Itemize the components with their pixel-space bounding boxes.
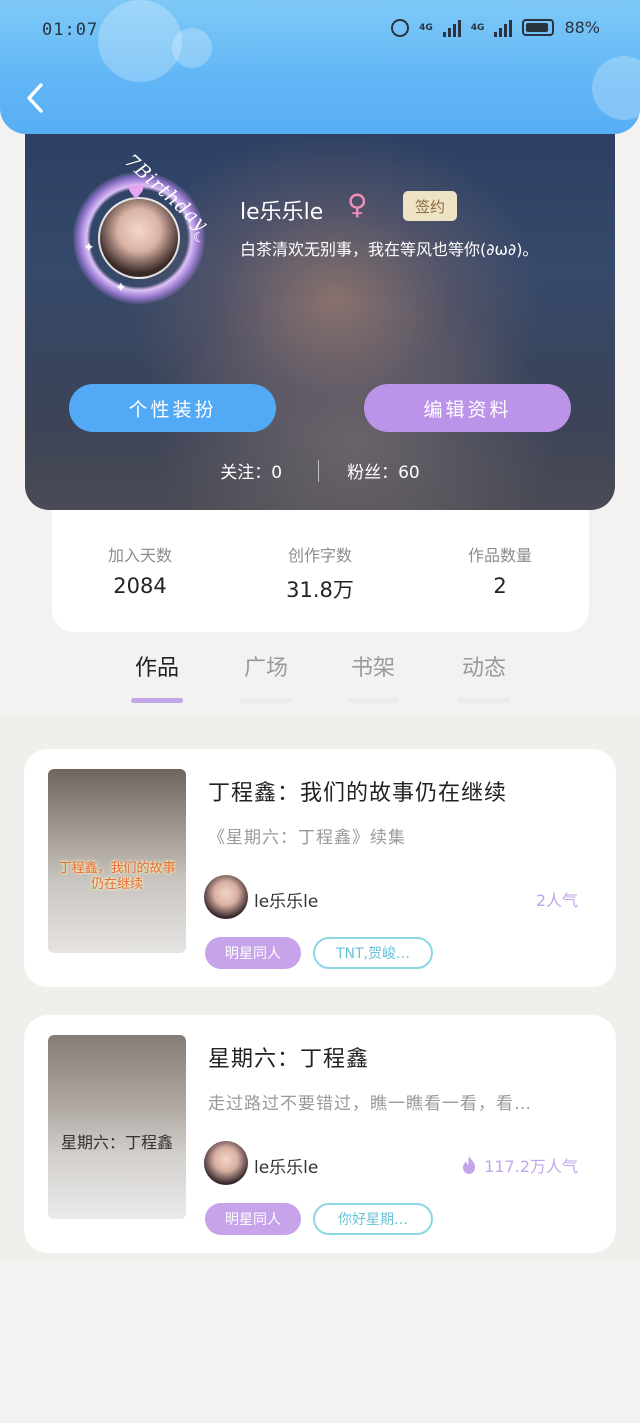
alarm-icon — [391, 18, 410, 37]
cover-caption: 星期六：丁程鑫 — [60, 1133, 173, 1152]
stat-value: 2084 — [113, 574, 167, 598]
popularity: 117.2万人气 — [460, 1153, 578, 1177]
work-card[interactable]: 星期六：丁程鑫 星期六：丁程鑫 走过路过不要错过，瞧一瞧看一看，看… le乐乐l… — [24, 1015, 616, 1253]
star-icon: ☾ — [193, 230, 206, 246]
following-count[interactable]: 关注：0 — [220, 458, 282, 483]
decorative-bubble — [98, 0, 182, 82]
heart-icon: ♥ — [127, 180, 145, 204]
followers-count[interactable]: 粉丝：60 — [347, 458, 420, 483]
edit-profile-button[interactable]: 编辑资料 — [364, 384, 571, 432]
battery-percent: 88% — [564, 18, 600, 37]
tab-indicator — [131, 698, 183, 703]
popularity-count: 2人气 — [535, 891, 578, 910]
work-description: 《星期六：丁程鑫》续集 — [208, 828, 406, 848]
customize-style-button[interactable]: 个性装扮 — [69, 384, 276, 432]
popularity: 2人气 — [536, 887, 578, 911]
tab-indicator — [458, 698, 510, 703]
profile-tabs: 作品 广场 书架 动态 — [0, 650, 640, 710]
tag-category[interactable]: 明星同人 — [205, 1203, 301, 1235]
divider — [318, 459, 320, 482]
status-icons: 4G 4G 88% — [391, 18, 600, 37]
back-button[interactable] — [22, 80, 50, 116]
stat-value: 31.8万 — [286, 578, 354, 602]
stat-value: 2 — [493, 574, 507, 598]
tab-label: 书架 — [350, 656, 395, 681]
signed-badge: 签约 — [403, 191, 457, 221]
profile-card: 7Birthday ♥ ✦ ☾ ✦ le乐乐le ♀ 签约 白茶清欢无别事，我在… — [25, 110, 615, 510]
tab-activity[interactable]: 动态 — [444, 650, 524, 703]
bio-text: 白茶清欢无别事，我在等风也等你(∂ω∂)。 — [240, 240, 539, 259]
stat-join-days: 加入天数 2084 — [70, 542, 210, 598]
tab-indicator — [347, 698, 399, 703]
follow-stats: 关注：0 粉丝：60 — [25, 458, 615, 483]
decorative-bubble — [172, 28, 212, 68]
signal-icon — [442, 19, 461, 37]
work-title[interactable]: 丁程鑫：我们的故事仍在继续 — [208, 775, 507, 807]
cover-caption: 丁程鑫，我们的故事仍在继续 — [58, 861, 176, 892]
work-cover[interactable]: 星期六：丁程鑫 — [48, 1035, 186, 1219]
tag-topic[interactable]: 你好星期… — [313, 1203, 433, 1235]
stats-card: 加入天数 2084 创作字数 31.8万 作品数量 2 — [52, 500, 589, 632]
username: le乐乐le — [240, 200, 324, 225]
female-icon: ♀ — [347, 188, 368, 221]
work-description: 走过路过不要错过，瞧一瞧看一看，看… — [208, 1094, 532, 1114]
popularity-count: 117.2万人气 — [484, 1157, 578, 1176]
stat-word-count: 创作字数 31.8万 — [250, 542, 390, 604]
author-name[interactable]: le乐乐le — [254, 1153, 318, 1178]
stat-label: 加入天数 — [107, 546, 172, 565]
chevron-left-icon — [27, 83, 43, 113]
signal-icon — [494, 19, 513, 37]
tab-label: 广场 — [243, 656, 288, 681]
tab-indicator — [240, 698, 292, 703]
tab-label: 作品 — [134, 656, 179, 681]
tab-works[interactable]: 作品 — [117, 650, 197, 703]
work-title[interactable]: 星期六：丁程鑫 — [208, 1041, 369, 1073]
author-name[interactable]: le乐乐le — [254, 887, 318, 912]
star-icon: ✦ — [83, 240, 95, 256]
network-label: 4G — [470, 22, 485, 33]
stat-label: 作品数量 — [467, 546, 532, 565]
tab-bookshelf[interactable]: 书架 — [333, 650, 413, 703]
tag-topic[interactable]: TNT,贺峻… — [313, 937, 433, 969]
author-avatar[interactable] — [204, 875, 248, 919]
status-time: 01:07 — [42, 20, 99, 40]
tab-square[interactable]: 广场 — [226, 650, 306, 703]
star-icon: ✦ — [115, 280, 127, 296]
work-cover[interactable]: 丁程鑫，我们的故事仍在继续 — [48, 769, 186, 953]
battery-icon — [522, 19, 555, 36]
author-avatar[interactable] — [204, 1141, 248, 1185]
tag-category[interactable]: 明星同人 — [205, 937, 301, 969]
top-bar: 01:07 4G 4G 88% — [0, 0, 640, 134]
stat-label: 创作字数 — [287, 546, 352, 565]
decorative-bubble — [592, 56, 640, 120]
fire-icon — [463, 1156, 476, 1174]
network-label: 4G — [419, 22, 433, 33]
work-card[interactable]: 丁程鑫，我们的故事仍在继续 丁程鑫：我们的故事仍在继续 《星期六：丁程鑫》续集 … — [24, 749, 616, 987]
tab-label: 动态 — [461, 656, 506, 681]
stat-work-count: 作品数量 2 — [430, 542, 570, 598]
